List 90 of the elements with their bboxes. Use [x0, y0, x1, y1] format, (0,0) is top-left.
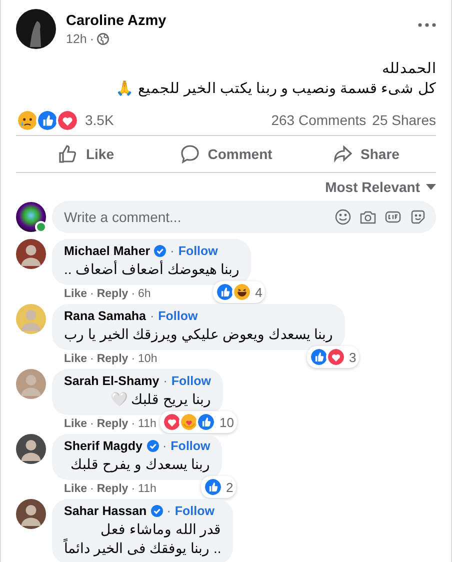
comment-time: 11h [138, 483, 156, 495]
reaction-count[interactable]: 3.5K [85, 112, 114, 128]
share-button[interactable]: Share [296, 136, 436, 172]
follow-link[interactable]: Follow [171, 374, 211, 388]
reaction-badge[interactable]: 2 [201, 476, 236, 498]
verified-badge-icon [154, 245, 166, 257]
avatar-icon [16, 499, 46, 529]
separator-dot: · [166, 504, 171, 518]
comments-count[interactable]: 263 Comments [271, 112, 366, 128]
avatar-icon [16, 434, 46, 464]
comment-time: 6h [138, 288, 151, 300]
heart-reaction-icon [56, 108, 79, 132]
reply-link[interactable]: Reply [96, 483, 128, 495]
commenter-name[interactable]: Sahar Hassan [64, 504, 147, 518]
globe-icon [97, 32, 110, 44]
separator-dot: · [162, 439, 167, 453]
like-reaction-icon [36, 108, 59, 132]
comment-text: ربنا يريح قلبك 🤍 [109, 390, 211, 409]
like-reaction-icon [196, 412, 216, 432]
share-arrow-icon [332, 144, 353, 164]
reaction-badge[interactable]: 10 [160, 411, 237, 433]
reply-link[interactable]: Reply [96, 288, 128, 300]
commenter-name[interactable]: Sherif Magdy [64, 439, 142, 453]
like-reaction-icon [215, 282, 236, 302]
avatar-icon [16, 304, 46, 334]
separator-dot: · [170, 244, 174, 258]
follow-link[interactable]: Follow [174, 504, 214, 518]
avatar-icon [16, 9, 56, 49]
separator-dot: · [131, 353, 136, 365]
separator-dot: · [131, 288, 136, 300]
comment-text: ربنا هيعوضك أضعاف أضعاف .. [64, 260, 240, 279]
thumbs-up-icon [58, 144, 78, 164]
verified-badge-icon [146, 440, 158, 452]
emoji-icon[interactable] [335, 209, 351, 225]
follow-link[interactable]: Follow [170, 439, 210, 453]
separator-dot: · [90, 353, 94, 365]
separator-dot: · [90, 288, 94, 300]
sticker-icon[interactable] [410, 209, 426, 225]
like-link[interactable]: Like [64, 353, 88, 365]
heart-reaction-icon [326, 347, 346, 367]
comment-button[interactable]: Comment [156, 136, 296, 172]
separator-dot: · [90, 418, 94, 430]
commenter-name[interactable]: Michael Maher [64, 244, 150, 258]
reaction-badge[interactable]: 4 [213, 281, 266, 303]
like-button[interactable]: Like [16, 136, 156, 172]
like-link[interactable]: Like [64, 418, 88, 430]
reaction-count: 2 [226, 480, 234, 494]
reply-link[interactable]: Reply [96, 418, 128, 430]
follow-link[interactable]: Follow [158, 309, 198, 323]
post-time[interactable]: 12h [66, 32, 87, 46]
avatar-icon [16, 239, 46, 269]
gif-icon[interactable] [385, 209, 401, 225]
like-reaction-icon [309, 347, 329, 367]
more-options-icon[interactable] [418, 23, 436, 27]
separator-dot: · [131, 418, 136, 430]
comment-text: قدر الله وماشاء فعل .. ربنا يوفقك فى الخير دائماً [64, 520, 222, 558]
heart-reaction-icon [162, 412, 182, 432]
separator-dot: · [131, 483, 136, 495]
comment-time: 11h [138, 418, 156, 430]
reaction-count: 4 [255, 284, 262, 300]
separator-dot: · [150, 309, 154, 323]
comment-field[interactable]: Write a comment... [52, 201, 436, 233]
commenter-name[interactable]: Rana Samaha [64, 309, 146, 323]
like-link[interactable]: Like [64, 483, 88, 495]
author-name[interactable]: Caroline Azmy [66, 12, 166, 28]
like-link[interactable]: Like [64, 288, 88, 300]
commenter-name[interactable]: Sarah El-Shamy [64, 374, 160, 388]
separator-dot: · [90, 32, 94, 46]
reply-link[interactable]: Reply [96, 353, 128, 365]
avatar-icon [16, 369, 46, 399]
camera-icon[interactable] [360, 209, 376, 225]
reaction-count: 10 [219, 414, 234, 430]
reaction-badge[interactable]: 3 [307, 346, 360, 368]
laughing-reaction-icon [232, 282, 252, 302]
comment-text: ربنا يسعدك ويعوض عليكي ويرزقك الخير يا رب [64, 325, 334, 344]
separator-dot: · [90, 483, 94, 495]
comment-time: 10h [138, 353, 158, 365]
caret-icon [426, 184, 436, 190]
comment-text: ربنا يسعدك و يفرح قلبك [70, 455, 210, 474]
sad-reaction-icon [16, 108, 39, 132]
verified-badge-icon [150, 505, 163, 517]
speech-bubble-icon [180, 144, 200, 164]
post-text: الحمدلله كل شىء قسمة ونصيب و ربنا يكتب الخير للجميع 🙏 [114, 60, 436, 99]
separator-dot: · [163, 374, 168, 388]
sort-dropdown[interactable]: Most Relevant [325, 179, 436, 195]
follow-link[interactable]: Follow [178, 244, 218, 258]
like-reaction-icon [203, 477, 224, 497]
hugging-reaction-icon [179, 412, 200, 432]
shares-count[interactable]: 25 Shares [372, 112, 436, 128]
reaction-count: 3 [349, 350, 356, 364]
